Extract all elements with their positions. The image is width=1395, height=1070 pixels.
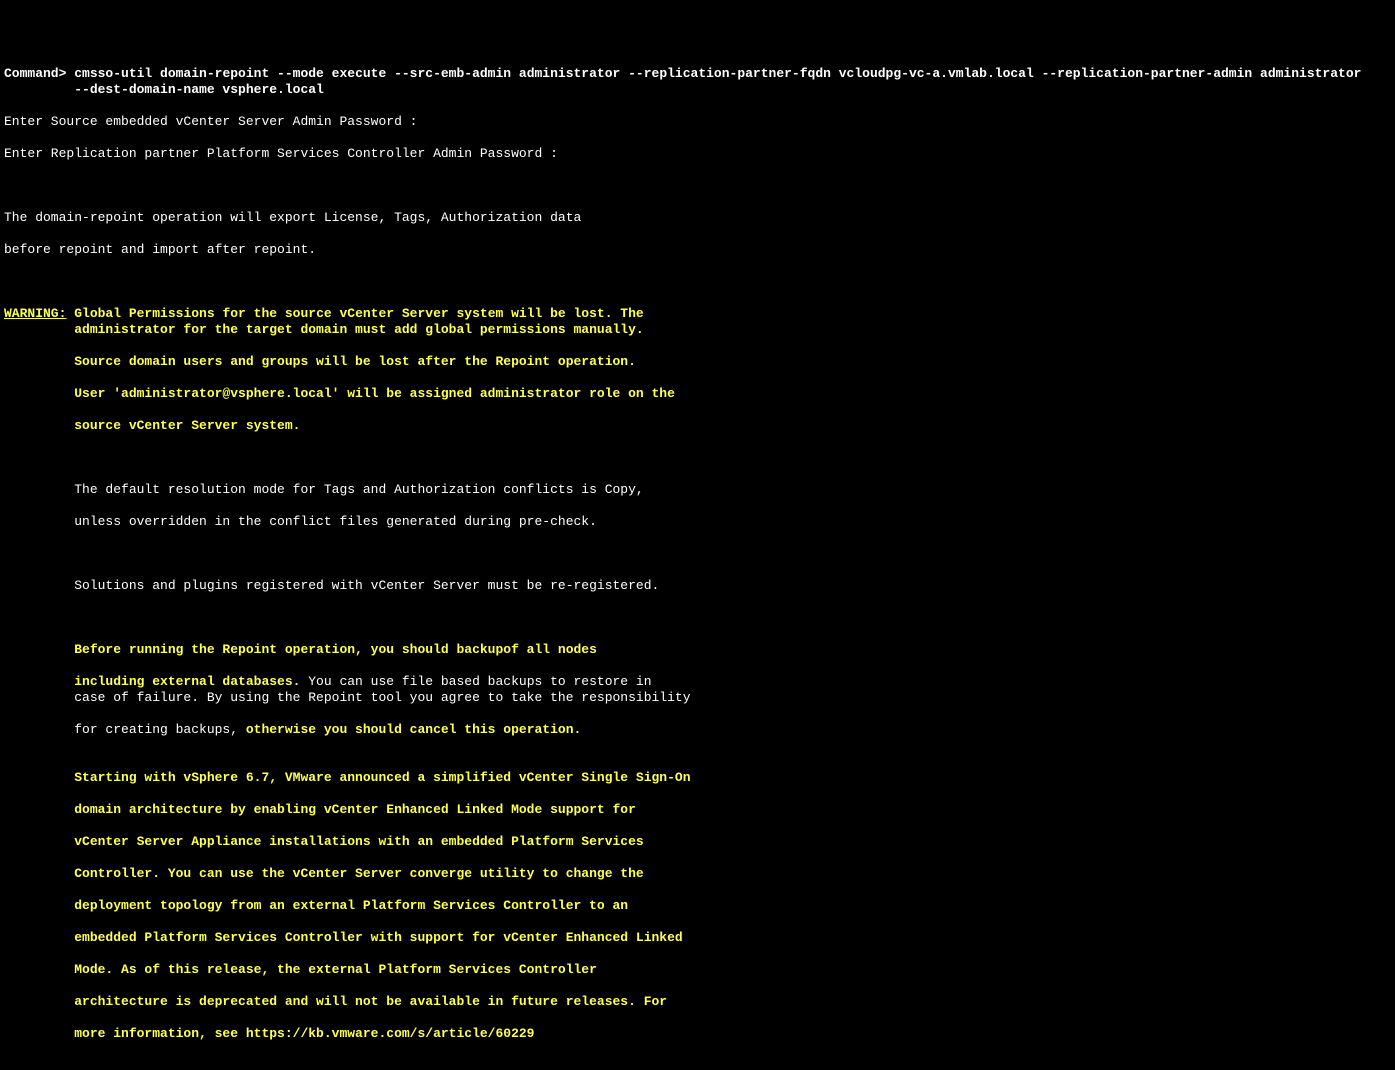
warning-line-4: User 'administrator@vsphere.local' will …	[4, 386, 1395, 402]
warning-line-1: Global Permissions for the source vCente…	[66, 306, 643, 321]
command-line-2: --dest-domain-name vsphere.local	[4, 82, 1395, 98]
warning-line-6b: unless overridden in the conflict files …	[4, 514, 1395, 530]
command-line-1: cmsso-util domain-repoint --mode execute…	[74, 66, 1361, 81]
warning-line-9b: domain architecture by enabling vCenter …	[4, 802, 1395, 818]
warning-line-6a: The default resolution mode for Tags and…	[4, 482, 1395, 498]
warning-line-9a: Starting with vSphere 6.7, VMware announ…	[4, 770, 1395, 786]
warning-line-8d: case of failure. By using the Repoint to…	[4, 690, 1395, 706]
blank-line	[4, 610, 1395, 626]
blank-line	[4, 738, 1395, 754]
warning-line-2: administrator for the target domain must…	[4, 322, 1395, 338]
warning-line-8b: including external databases.	[4, 674, 300, 689]
blank-line	[4, 546, 1395, 562]
warning-line-8c: You can use file based backups to restor…	[300, 674, 651, 689]
password-prompt-replication[interactable]: Enter Replication partner Platform Servi…	[4, 146, 1395, 162]
warning-line-7: Solutions and plugins registered with vC…	[4, 578, 1395, 594]
blank-line	[4, 178, 1395, 194]
blank-line	[4, 450, 1395, 466]
warning-line-5: source vCenter Server system.	[4, 418, 1395, 434]
warning-line-9h: architecture is deprecated and will not …	[4, 994, 1395, 1010]
command-prompt-label: Command>	[4, 66, 74, 81]
warning-line-9i: more information, see https://kb.vmware.…	[4, 1026, 1395, 1042]
warning-line-9d: Controller. You can use the vCenter Serv…	[4, 866, 1395, 882]
warning-line-3: Source domain users and groups will be l…	[4, 354, 1395, 370]
warning-line-8f: otherwise you should cancel this operati…	[246, 722, 581, 737]
warning-line-8e: for creating backups,	[4, 722, 246, 737]
warning-line-9g: Mode. As of this release, the external P…	[4, 962, 1395, 978]
warning-line-9c: vCenter Server Appliance installations w…	[4, 834, 1395, 850]
warning-label: WARNING:	[4, 306, 66, 321]
blank-line	[4, 274, 1395, 290]
info-line-1: The domain-repoint operation will export…	[4, 210, 1395, 226]
warning-line-9f: embedded Platform Services Controller wi…	[4, 930, 1395, 946]
warning-line-8a: Before running the Repoint operation, yo…	[4, 642, 1395, 658]
password-prompt-source[interactable]: Enter Source embedded vCenter Server Adm…	[4, 114, 1395, 130]
warning-line-9e: deployment topology from an external Pla…	[4, 898, 1395, 914]
info-line-2: before repoint and import after repoint.	[4, 242, 1395, 258]
